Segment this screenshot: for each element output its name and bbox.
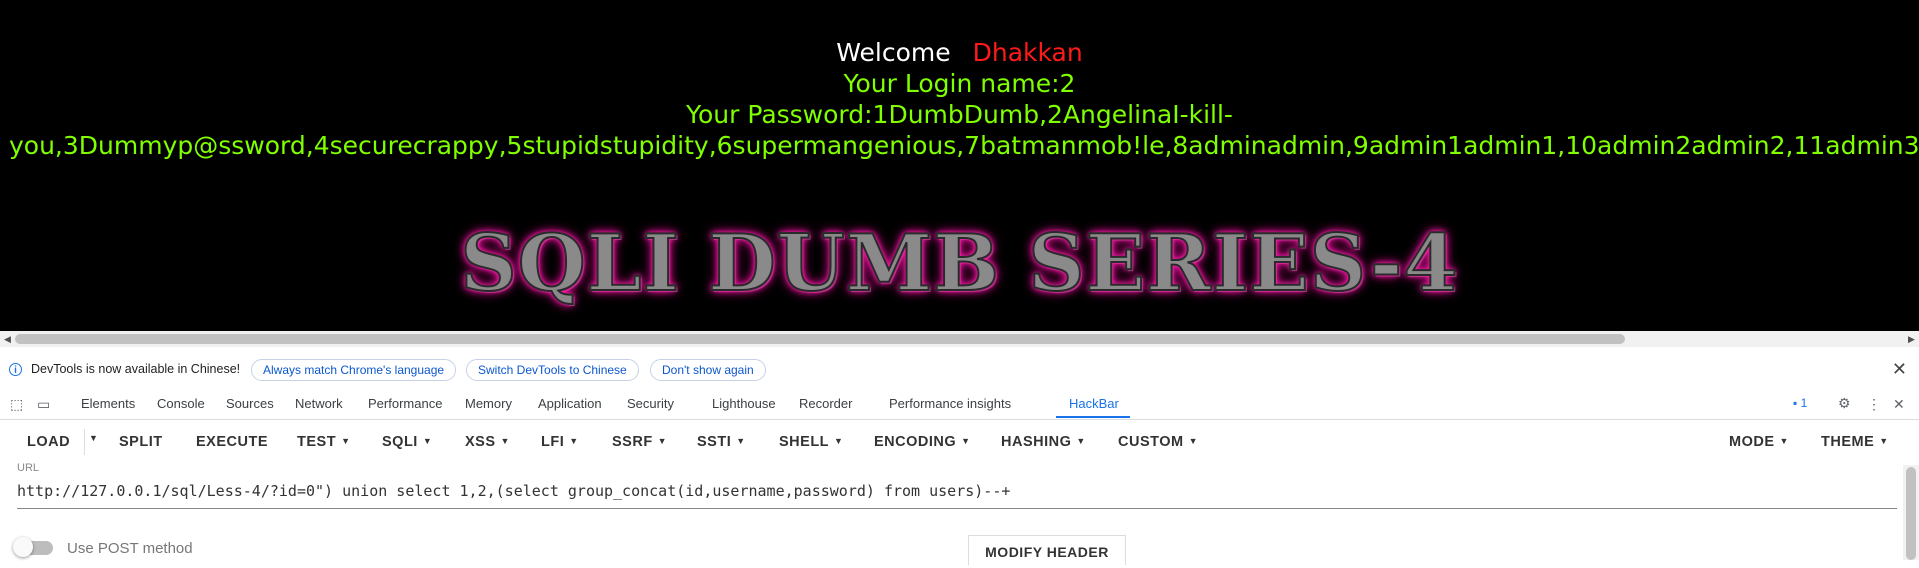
close-devtools-icon[interactable]: ✕	[1893, 396, 1905, 413]
mode-menu[interactable]: MODE ▼	[1729, 434, 1789, 450]
load-dropdown-icon[interactable]: ▼	[89, 433, 98, 443]
language-notice-bar: i DevTools is now available in Chinese! …	[0, 353, 1919, 387]
caret-down-icon: ▼	[736, 436, 746, 446]
tab-elements[interactable]: Elements	[81, 396, 135, 411]
tab-security[interactable]: Security	[627, 396, 674, 411]
toggle-knob[interactable]	[13, 537, 33, 557]
issues-count: 1	[1800, 396, 1808, 410]
close-icon[interactable]: ✕	[1892, 359, 1907, 380]
post-method-label: Use POST method	[67, 540, 193, 557]
lfi-label: LFI	[541, 434, 565, 450]
dont-show-again-button[interactable]: Don't show again	[650, 359, 766, 381]
ssrf-label: SSRF	[612, 434, 653, 450]
issues-badge[interactable]: ▪ 1	[1793, 396, 1807, 410]
caret-down-icon: ▼	[1188, 436, 1198, 446]
tab-lighthouse[interactable]: Lighthouse	[712, 396, 776, 411]
tab-memory[interactable]: Memory	[465, 396, 512, 411]
caret-down-icon: ▼	[1076, 436, 1086, 446]
theme-label: THEME	[1821, 434, 1875, 450]
ssrf-menu[interactable]: SSRF ▼	[612, 434, 667, 450]
lfi-menu[interactable]: LFI ▼	[541, 434, 579, 450]
tab-recorder[interactable]: Recorder	[799, 396, 852, 411]
url-input[interactable]: http://127.0.0.1/sql/Less-4/?id=0") unio…	[17, 482, 1897, 500]
sqli-label: SQLI	[382, 434, 418, 450]
tab-application[interactable]: Application	[538, 396, 602, 411]
caret-down-icon: ▼	[657, 436, 668, 446]
caret-down-icon: ▼	[834, 436, 844, 446]
xss-menu[interactable]: XSS ▼	[465, 434, 510, 450]
device-toolbar-icon[interactable]: ▭	[37, 396, 50, 413]
login-name-text: Your Login name:2	[843, 69, 1076, 98]
custom-label: CUSTOM	[1118, 434, 1184, 450]
test-label: TEST	[297, 434, 337, 450]
message-icon: ▪	[1793, 396, 1798, 410]
scrollbar-thumb[interactable]	[15, 334, 1625, 344]
caret-down-icon: ▼	[1879, 436, 1889, 446]
ssti-menu[interactable]: SSTI ▼	[697, 434, 746, 450]
active-tab-indicator	[1056, 416, 1130, 418]
divider	[84, 429, 85, 455]
more-options-icon[interactable]: ⋮	[1867, 396, 1881, 413]
url-field-label: URL	[17, 462, 40, 474]
password-text: Your Password:1DumbDumb,2AngelinaI-kill-	[686, 100, 1233, 129]
tab-performance[interactable]: Performance	[368, 396, 442, 411]
xss-label: XSS	[465, 434, 496, 450]
welcome-text: Welcome	[836, 38, 951, 67]
banner: SQLI DUMB SERIES-4	[0, 217, 1919, 310]
hashing-menu[interactable]: HASHING ▼	[1001, 434, 1086, 450]
theme-menu[interactable]: THEME ▼	[1821, 434, 1889, 450]
banner-title: SQLI DUMB SERIES-4	[459, 217, 1459, 310]
vertical-scrollbar[interactable]	[1903, 465, 1919, 560]
scroll-right-icon[interactable]: ▶	[1904, 331, 1919, 347]
tab-sources[interactable]: Sources	[226, 396, 274, 411]
scroll-left-icon[interactable]: ◀	[0, 331, 15, 347]
notice-text: DevTools is now available in Chinese!	[31, 362, 241, 376]
modify-header-button[interactable]: MODIFY HEADER	[968, 535, 1126, 565]
tab-performance-insights[interactable]: Performance insights	[889, 396, 1011, 411]
caret-down-icon: ▼	[422, 436, 433, 446]
info-icon: i	[9, 363, 22, 376]
tab-console[interactable]: Console	[157, 396, 205, 411]
split-button[interactable]: SPLIT	[119, 434, 163, 450]
scrollbar-thumb[interactable]	[1906, 467, 1916, 560]
hackbar-toolbar: LOAD ▼ SPLIT EXECUTE TEST ▼ SQLI ▼ XSS ▼ LF…	[0, 421, 1919, 465]
mode-label: MODE	[1729, 434, 1775, 450]
custom-menu[interactable]: CUSTOM ▼	[1118, 434, 1198, 450]
devtools-tab-bar: ⬚ ▭ Elements Console Sources Network Per…	[0, 390, 1919, 420]
execute-button[interactable]: EXECUTE	[196, 434, 268, 450]
shell-label: SHELL	[779, 434, 830, 450]
caret-down-icon: ▼	[961, 436, 971, 446]
encoding-menu[interactable]: ENCODING ▼	[874, 434, 971, 450]
password-text-continued: you,3Dummyp@ssword,4securecrappy,5stupid…	[9, 131, 1919, 160]
sqli-menu[interactable]: SQLI ▼	[382, 434, 432, 450]
page-viewport: Welcome Dhakkan Your Login name:2 Your Pa…	[0, 0, 1919, 331]
tab-network[interactable]: Network	[295, 396, 343, 411]
username-text: Dhakkan	[972, 38, 1083, 67]
hashing-label: HASHING	[1001, 434, 1072, 450]
caret-down-icon: ▼	[500, 436, 510, 446]
switch-to-chinese-button[interactable]: Switch DevTools to Chinese	[466, 359, 639, 381]
url-input-underline	[17, 508, 1897, 509]
settings-icon[interactable]: ⚙	[1838, 395, 1851, 412]
inspect-element-icon[interactable]: ⬚	[10, 396, 23, 413]
welcome-line: Welcome Dhakkan	[0, 38, 1919, 67]
always-match-language-button[interactable]: Always match Chrome's language	[251, 359, 457, 381]
shell-menu[interactable]: SHELL ▼	[779, 434, 843, 450]
load-button[interactable]: LOAD	[27, 434, 70, 450]
test-menu[interactable]: TEST ▼	[297, 434, 350, 450]
tab-hackbar[interactable]: HackBar	[1069, 396, 1119, 411]
caret-down-icon: ▼	[569, 436, 579, 446]
encoding-label: ENCODING	[874, 434, 957, 450]
ssti-label: SSTI	[697, 434, 732, 450]
caret-down-icon: ▼	[1779, 436, 1789, 446]
horizontal-scrollbar[interactable]: ◀ ▶	[0, 331, 1919, 347]
caret-down-icon: ▼	[341, 436, 351, 446]
